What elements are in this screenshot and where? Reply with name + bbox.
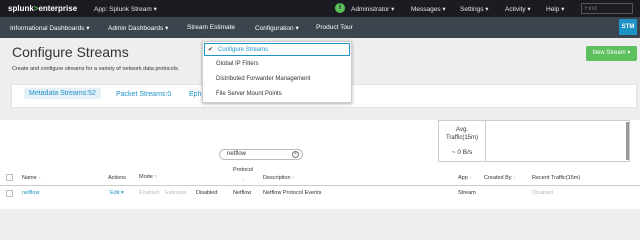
column-mode-label: Mode	[139, 174, 153, 180]
clear-search-icon[interactable]: ×	[292, 151, 299, 158]
protocol-cell: Netflow	[233, 190, 252, 196]
menu-item-configure-streams[interactable]: ✔ Configure Streams	[204, 43, 350, 56]
tab-metadata-streams[interactable]: Metadata Streams:52	[24, 88, 101, 99]
user-menu[interactable]: Administrator ▾	[351, 5, 394, 13]
logo-suffix: enterprise	[38, 4, 78, 13]
column-description-label: Description	[263, 175, 291, 181]
column-name-label: Name	[22, 175, 37, 181]
activity-menu[interactable]: Activity ▾	[505, 5, 531, 13]
menu-item-file-server-mount-points[interactable]: File Server Mount Points	[203, 88, 351, 101]
menu-item-global-ip-filters[interactable]: Global IP Filters	[203, 58, 351, 71]
column-app[interactable]: App ÷	[458, 175, 472, 181]
search-value: netflow	[227, 151, 247, 157]
nav-configuration[interactable]: Configuration ▾	[255, 24, 299, 32]
app-menu[interactable]: App: Splunk Stream ▾	[94, 5, 157, 13]
top-bar: splunk>enterprise App: Splunk Stream ▾ i…	[0, 0, 640, 17]
stm-app-badge: STM	[619, 19, 637, 35]
messages-menu[interactable]: Messages ▾	[411, 5, 446, 13]
menu-item-label: Configure Streams	[218, 47, 269, 53]
column-created-by[interactable]: Created By ÷	[484, 175, 516, 181]
new-stream-button[interactable]: New Stream ▾	[586, 46, 637, 61]
configuration-dropdown-menu: ✔ Configure Streams Global IP Filters Di…	[202, 41, 352, 103]
divider	[485, 121, 486, 161]
check-icon: ✔	[208, 47, 214, 53]
table-row: netflow Edit ▾ Enabled Estimate Disabled…	[0, 187, 640, 199]
description-cell: Netflow Protocol Events	[263, 190, 322, 196]
logo-prefix: splunk	[8, 4, 34, 13]
page-title: Configure Streams	[12, 44, 129, 60]
tab-packet-streams[interactable]: Packet Streams:0	[116, 91, 171, 98]
traffic-scrollbar[interactable]	[626, 122, 629, 160]
nav-admin-dashboards[interactable]: Admin Dashboards ▾	[108, 24, 168, 32]
stream-name-link[interactable]: netflow	[22, 190, 39, 196]
avg-traffic-value: ~ 0 B/s	[451, 149, 473, 156]
sort-icon: ÷	[513, 175, 516, 180]
column-actions: Actions	[108, 175, 127, 181]
mode-enabled-option[interactable]: Enabled	[139, 190, 159, 196]
row-checkbox[interactable]	[6, 190, 13, 197]
edit-action-menu[interactable]: Edit ▾	[110, 190, 124, 196]
app-nav-bar: Informational Dashboards ▾ Admin Dashboa…	[0, 17, 640, 38]
settings-menu[interactable]: Settings ▾	[460, 5, 489, 13]
nav-informational-dashboards[interactable]: Informational Dashboards ▾	[10, 24, 90, 32]
avg-traffic-label-line2: Traffic(15m)	[445, 135, 478, 141]
select-all-checkbox[interactable]	[6, 174, 13, 181]
sort-icon: ÷	[241, 177, 245, 182]
help-menu[interactable]: Help ▾	[546, 5, 564, 13]
column-mode: Mode ?	[139, 174, 157, 180]
splunk-logo[interactable]: splunk>enterprise	[8, 4, 77, 13]
nav-stream-estimate[interactable]: Stream Estimate	[187, 24, 235, 31]
column-app-label: App	[458, 175, 468, 181]
avg-traffic-label-line1: Avg.	[456, 127, 468, 133]
column-created-by-label: Created By	[484, 175, 512, 181]
find-input[interactable]	[581, 3, 633, 14]
sort-icon: ÷	[38, 175, 41, 180]
search-input[interactable]: netflow ×	[219, 149, 303, 160]
help-icon[interactable]: ?	[154, 174, 157, 179]
table-header: Name ÷ Actions Mode ? Protocol ÷ Descrip…	[0, 164, 640, 186]
column-protocol[interactable]: Protocol ÷	[233, 166, 253, 184]
page-subtitle: Create and configure streams for a varie…	[12, 66, 180, 72]
avg-traffic-label: Avg. Traffic(15m)	[439, 126, 485, 142]
column-description[interactable]: Description ÷	[263, 175, 295, 181]
mode-estimate-option[interactable]: Estimate	[165, 190, 186, 196]
sort-icon: ÷	[469, 175, 472, 180]
sort-icon: ÷	[292, 175, 295, 180]
nav-product-tour[interactable]: Product Tour	[316, 24, 353, 31]
avg-traffic-panel: Avg. Traffic(15m) ~ 0 B/s	[438, 120, 630, 162]
column-name[interactable]: Name ÷	[22, 175, 41, 181]
info-icon[interactable]: i	[335, 3, 345, 13]
mode-disabled-option[interactable]: Disabled	[196, 190, 217, 196]
app-cell: Stream	[458, 190, 476, 196]
recent-traffic-cell: Disabled	[532, 190, 554, 196]
column-recent-traffic: Recent Traffic(15m)	[532, 175, 581, 181]
menu-item-distributed-forwarder-management[interactable]: Distributed Forwarder Management	[203, 73, 351, 86]
column-protocol-label: Protocol	[233, 167, 254, 173]
